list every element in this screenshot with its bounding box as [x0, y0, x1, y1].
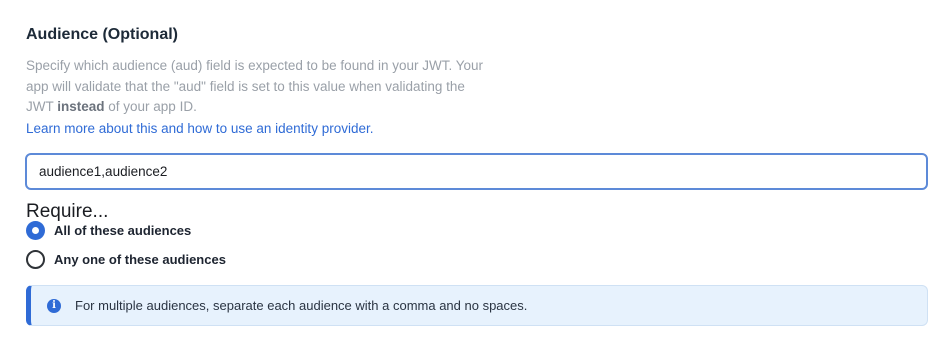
require-title: Require... [26, 201, 109, 222]
radio-option-any-audience[interactable]: Any one of these audiences [26, 250, 226, 269]
radio-option-all-audiences[interactable]: All of these audiences [26, 221, 191, 240]
audience-section-title: Audience (Optional) [26, 26, 178, 43]
radio-label-all: All of these audiences [54, 223, 192, 238]
description-text-end: of your app ID. [104, 99, 197, 114]
radio-label-any: Any one of these audiences [54, 252, 226, 267]
radio-button-selected[interactable] [26, 221, 45, 240]
audience-description: Specify which audience (aud) field is ex… [26, 56, 496, 139]
radio-button-unselected[interactable] [26, 250, 45, 269]
description-emphasis: instead [57, 99, 105, 114]
info-icon: i [47, 298, 61, 313]
audience-input[interactable] [25, 153, 928, 190]
info-callout: i For multiple audiences, separate each … [26, 285, 928, 326]
identity-provider-link[interactable]: Learn more about this and how to use an … [26, 119, 373, 140]
info-text: For multiple audiences, separate each au… [75, 298, 528, 313]
